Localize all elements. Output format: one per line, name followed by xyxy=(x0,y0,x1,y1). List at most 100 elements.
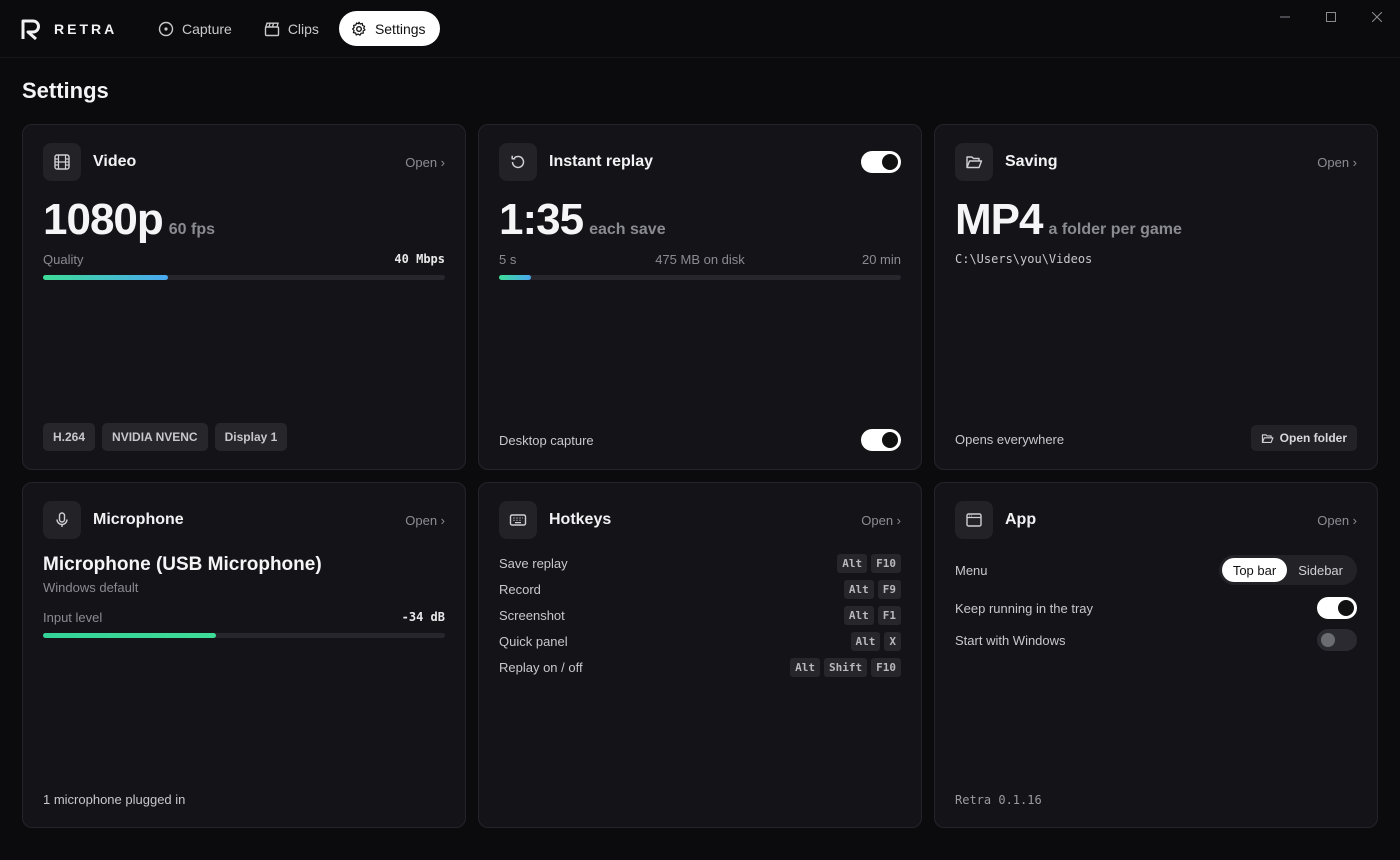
menu-label: Menu xyxy=(955,563,988,578)
input-level-label: Input level xyxy=(43,610,103,625)
tab-clips-label: Clips xyxy=(287,20,319,37)
input-level-fill xyxy=(43,633,216,638)
hotkeys-title: Hotkeys xyxy=(549,511,612,528)
retra-logo-icon xyxy=(21,19,40,40)
app-name: RETRA xyxy=(54,20,118,37)
hotkey-label: Screenshot xyxy=(499,607,565,623)
video-fps: 60 fps xyxy=(168,221,216,238)
video-resolution: 1080p xyxy=(43,195,164,244)
hotkey-keys: Alt F10 xyxy=(837,553,901,573)
bitrate-value: 40 Mbps xyxy=(394,252,445,266)
hotkey-row-replay-toggle[interactable]: Replay on / off Alt Shift F10 xyxy=(499,657,901,677)
close-icon xyxy=(1372,12,1382,22)
maximize-icon xyxy=(1326,12,1336,22)
menu-option-top-bar[interactable]: Top bar xyxy=(1221,558,1288,582)
input-level-meter xyxy=(43,633,445,638)
tab-clips[interactable]: Clips xyxy=(252,11,333,46)
hotkeys-card: Hotkeys Open › Save replay Alt F10 Recor… xyxy=(478,482,922,828)
microphone-card: Microphone Open › Microphone (USB Microp… xyxy=(22,482,466,828)
key-cap: Alt xyxy=(850,631,881,651)
key-cap: Alt xyxy=(837,553,868,573)
app-card: App Open › Menu Top bar Sidebar Keep run… xyxy=(934,482,1378,828)
saving-format: MP4 xyxy=(955,195,1043,244)
tray-toggle[interactable] xyxy=(1317,597,1357,619)
replay-card-header: Instant replay xyxy=(499,143,901,181)
hotkeys-open-link[interactable]: Open › xyxy=(861,513,901,528)
key-cap: Shift xyxy=(824,657,868,677)
maximize-button[interactable] xyxy=(1308,0,1354,34)
gear-icon xyxy=(351,21,366,36)
key-cap: Alt xyxy=(843,605,874,625)
saving-summary: MP4 a folder per game xyxy=(955,195,1182,245)
key-cap: X xyxy=(884,631,901,651)
app-card-header: App Open › xyxy=(955,501,1357,539)
folder-open-icon xyxy=(955,143,993,181)
microphone-footer: 1 microphone plugged in xyxy=(43,792,186,807)
rotate-ccw-icon xyxy=(499,143,537,181)
saving-open-link[interactable]: Open › xyxy=(1317,155,1357,170)
quality-fill xyxy=(43,275,168,280)
quality-slider[interactable] xyxy=(43,275,445,280)
film-icon xyxy=(43,143,81,181)
microphone-open-link[interactable]: Open › xyxy=(405,513,445,528)
key-cap: F1 xyxy=(877,605,901,625)
chip-encoder: NVIDIA NVENC xyxy=(102,423,208,451)
video-chips: H.264 NVIDIA NVENC Display 1 xyxy=(43,423,288,451)
saving-card-header: Saving Open › xyxy=(955,143,1357,181)
replay-card: Instant replay 1:35 each save 5 s 475 MB… xyxy=(478,124,922,470)
menu-option-sidebar[interactable]: Sidebar xyxy=(1287,558,1354,582)
tab-settings-label: Settings xyxy=(374,20,426,37)
window-icon xyxy=(955,501,993,539)
open-folder-button[interactable]: Open folder xyxy=(1250,425,1357,451)
key-cap: F9 xyxy=(877,579,901,599)
replay-duration-sub: each save xyxy=(589,221,666,238)
hotkey-label: Quick panel xyxy=(499,633,568,649)
open-folder-label: Open folder xyxy=(1279,431,1347,445)
hotkey-row-quick-panel[interactable]: Quick panel Alt X xyxy=(499,631,901,651)
desktop-capture-toggle[interactable] xyxy=(861,429,901,451)
hotkeys-card-header: Hotkeys Open › xyxy=(499,501,901,539)
microphone-card-header: Microphone Open › xyxy=(43,501,445,539)
app-open-link[interactable]: Open › xyxy=(1317,513,1357,528)
app-version: Retra 0.1.16 xyxy=(955,793,1042,807)
key-cap: Alt xyxy=(843,579,874,599)
replay-max: 20 min xyxy=(861,252,901,267)
hotkey-keys: Alt F1 xyxy=(843,605,901,625)
startup-toggle[interactable] xyxy=(1317,629,1357,651)
app-logo[interactable]: RETRA xyxy=(20,18,146,40)
minimize-button[interactable] xyxy=(1262,0,1308,34)
video-card: Video Open › 1080p 60 fps Quality 40 Mbp… xyxy=(22,124,466,470)
replay-length-slider[interactable] xyxy=(499,275,901,280)
video-open-link[interactable]: Open › xyxy=(405,155,445,170)
replay-disk: 475 MB on disk xyxy=(655,252,745,267)
video-summary: 1080p 60 fps xyxy=(43,195,215,245)
hotkey-row-record[interactable]: Record Alt F9 xyxy=(499,579,901,599)
key-cap: F10 xyxy=(871,657,901,677)
close-button[interactable] xyxy=(1354,0,1400,34)
saving-card: Saving Open › MP4 a folder per game C:\U… xyxy=(934,124,1378,470)
hotkey-keys: Alt Shift F10 xyxy=(790,657,901,677)
microphone-device: Microphone (USB Microphone) xyxy=(43,554,322,575)
hotkey-keys: Alt F9 xyxy=(843,579,901,599)
save-path: C:\Users\you\Videos xyxy=(955,252,1093,266)
tab-settings[interactable]: Settings xyxy=(338,11,440,46)
hotkey-label: Record xyxy=(499,581,541,597)
input-level-value: -34 dB xyxy=(401,610,445,624)
window-controls xyxy=(1262,0,1400,34)
hotkey-row-save-replay[interactable]: Save replay Alt F10 xyxy=(499,553,901,573)
hotkey-row-screenshot[interactable]: Screenshot Alt F1 xyxy=(499,605,901,625)
hotkey-keys: Alt X xyxy=(850,631,901,651)
startup-label: Start with Windows xyxy=(955,633,1066,648)
microphone-device-sub: Windows default xyxy=(43,580,139,595)
keyboard-icon xyxy=(499,501,537,539)
replay-toggle[interactable] xyxy=(861,151,901,173)
main-nav: Capture Clips Settings xyxy=(146,11,440,46)
replay-duration: 1:35 xyxy=(499,195,584,244)
tab-capture[interactable]: Capture xyxy=(146,11,246,46)
top-bar: RETRA Capture Clips Settings xyxy=(0,0,1400,58)
video-card-header: Video Open › xyxy=(43,143,445,181)
clapperboard-icon xyxy=(264,22,280,36)
capture-icon xyxy=(158,21,174,36)
page-title: Settings xyxy=(22,78,109,103)
minimize-icon xyxy=(1280,16,1290,18)
